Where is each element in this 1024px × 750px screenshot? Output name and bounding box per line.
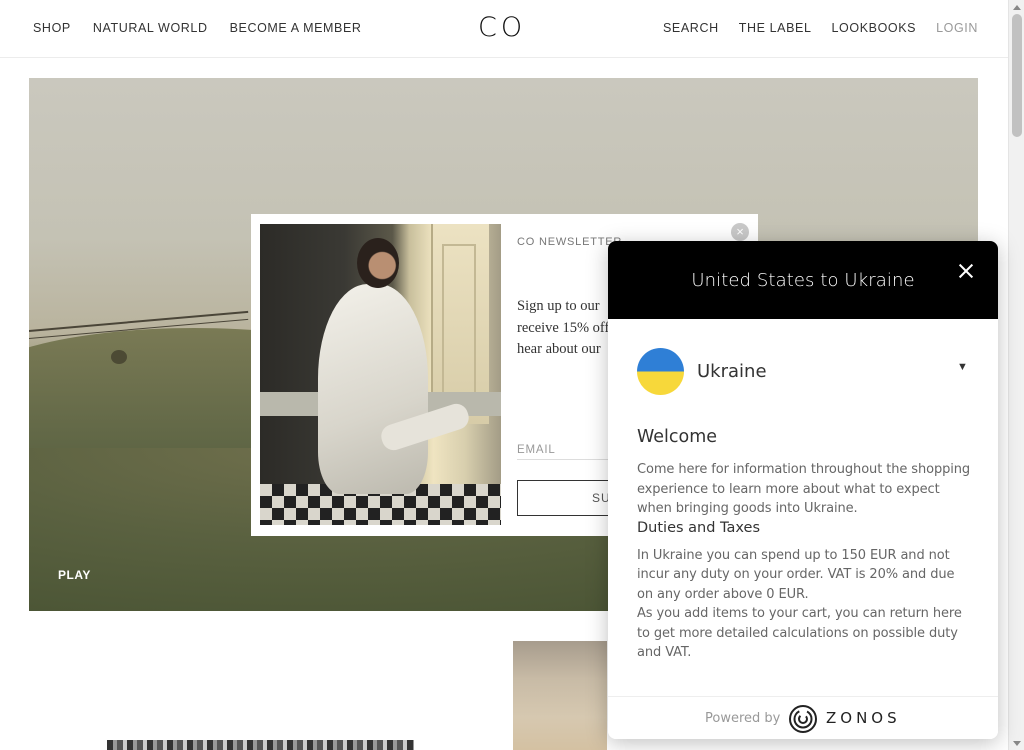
chevron-down-icon[interactable]: ▼ — [957, 361, 968, 373]
newsletter-body-line: hear about our — [517, 341, 601, 357]
country-select-value: Ukraine — [697, 361, 767, 382]
play-button[interactable]: PLAY — [58, 568, 91, 582]
powered-by-label: Powered by — [705, 711, 781, 726]
welcome-heading: Welcome — [637, 427, 718, 447]
zonos-title: United States to Ukraine — [691, 270, 915, 291]
scroll-up-arrow-icon[interactable] — [1009, 0, 1024, 14]
site-header: SHOP NATURAL WORLD BECOME A MEMBER CO SE… — [0, 0, 1008, 58]
nav-lookbooks[interactable]: LOOKBOOKS — [832, 21, 917, 35]
zonos-header: United States to Ukraine — [608, 241, 998, 319]
newsletter-close-icon[interactable]: × — [731, 223, 749, 241]
newsletter-title: CO NEWSLETTER — [517, 236, 623, 248]
zonos-footer: Powered by ZONOS — [608, 696, 998, 739]
country-select[interactable]: Ukraine ▼ — [637, 348, 971, 396]
primary-nav: SHOP NATURAL WORLD BECOME A MEMBER — [33, 21, 362, 35]
product-tile-image[interactable] — [513, 641, 607, 750]
newsletter-email-input[interactable] — [517, 440, 609, 460]
ukraine-flag-icon — [637, 348, 684, 395]
newsletter-body-line: receive 15% off — [517, 319, 610, 336]
scrollbar-thumb[interactable] — [1012, 14, 1022, 137]
zonos-info-content[interactable]: Welcome Come here for information throug… — [637, 427, 973, 697]
site-logo[interactable]: CO — [478, 12, 526, 43]
product-tile-image[interactable] — [107, 740, 414, 750]
newsletter-body: Sign up to our receive 15% off hear abou… — [517, 296, 617, 361]
zonos-brand-name[interactable]: ZONOS — [826, 709, 901, 727]
newsletter-body-line: Sign up to our — [517, 298, 600, 314]
welcome-text: Come here for information throughout the… — [637, 462, 971, 516]
scroll-down-arrow-icon[interactable] — [1009, 736, 1024, 750]
zonos-logo-icon[interactable] — [788, 704, 818, 734]
photo-model-figure — [318, 284, 428, 494]
cart-info-text: As you add items to your cart, you can r… — [637, 606, 962, 660]
nav-natural-world[interactable]: NATURAL WORLD — [93, 21, 208, 35]
nav-search[interactable]: SEARCH — [663, 21, 719, 35]
newsletter-photo — [260, 224, 501, 525]
page-scrollbar[interactable] — [1008, 0, 1024, 750]
secondary-nav: SEARCH THE LABEL LOOKBOOKS LOGIN — [663, 21, 978, 35]
photo-door-panel — [442, 244, 476, 394]
close-icon[interactable] — [956, 261, 976, 281]
newsletter-submit-button[interactable]: SUBMIT — [517, 480, 617, 516]
nav-the-label[interactable]: THE LABEL — [739, 21, 812, 35]
zonos-shipping-panel: United States to Ukraine Ukraine ▼ Welco… — [608, 241, 998, 739]
hero-bush — [111, 350, 127, 364]
nav-become-a-member[interactable]: BECOME A MEMBER — [230, 21, 362, 35]
duties-text: In Ukraine you can spend up to 150 EUR a… — [637, 547, 955, 602]
duties-heading: Duties and Taxes — [637, 519, 760, 536]
photo-model-head — [357, 238, 399, 288]
nav-shop[interactable]: SHOP — [33, 21, 71, 35]
nav-login[interactable]: LOGIN — [936, 21, 978, 35]
